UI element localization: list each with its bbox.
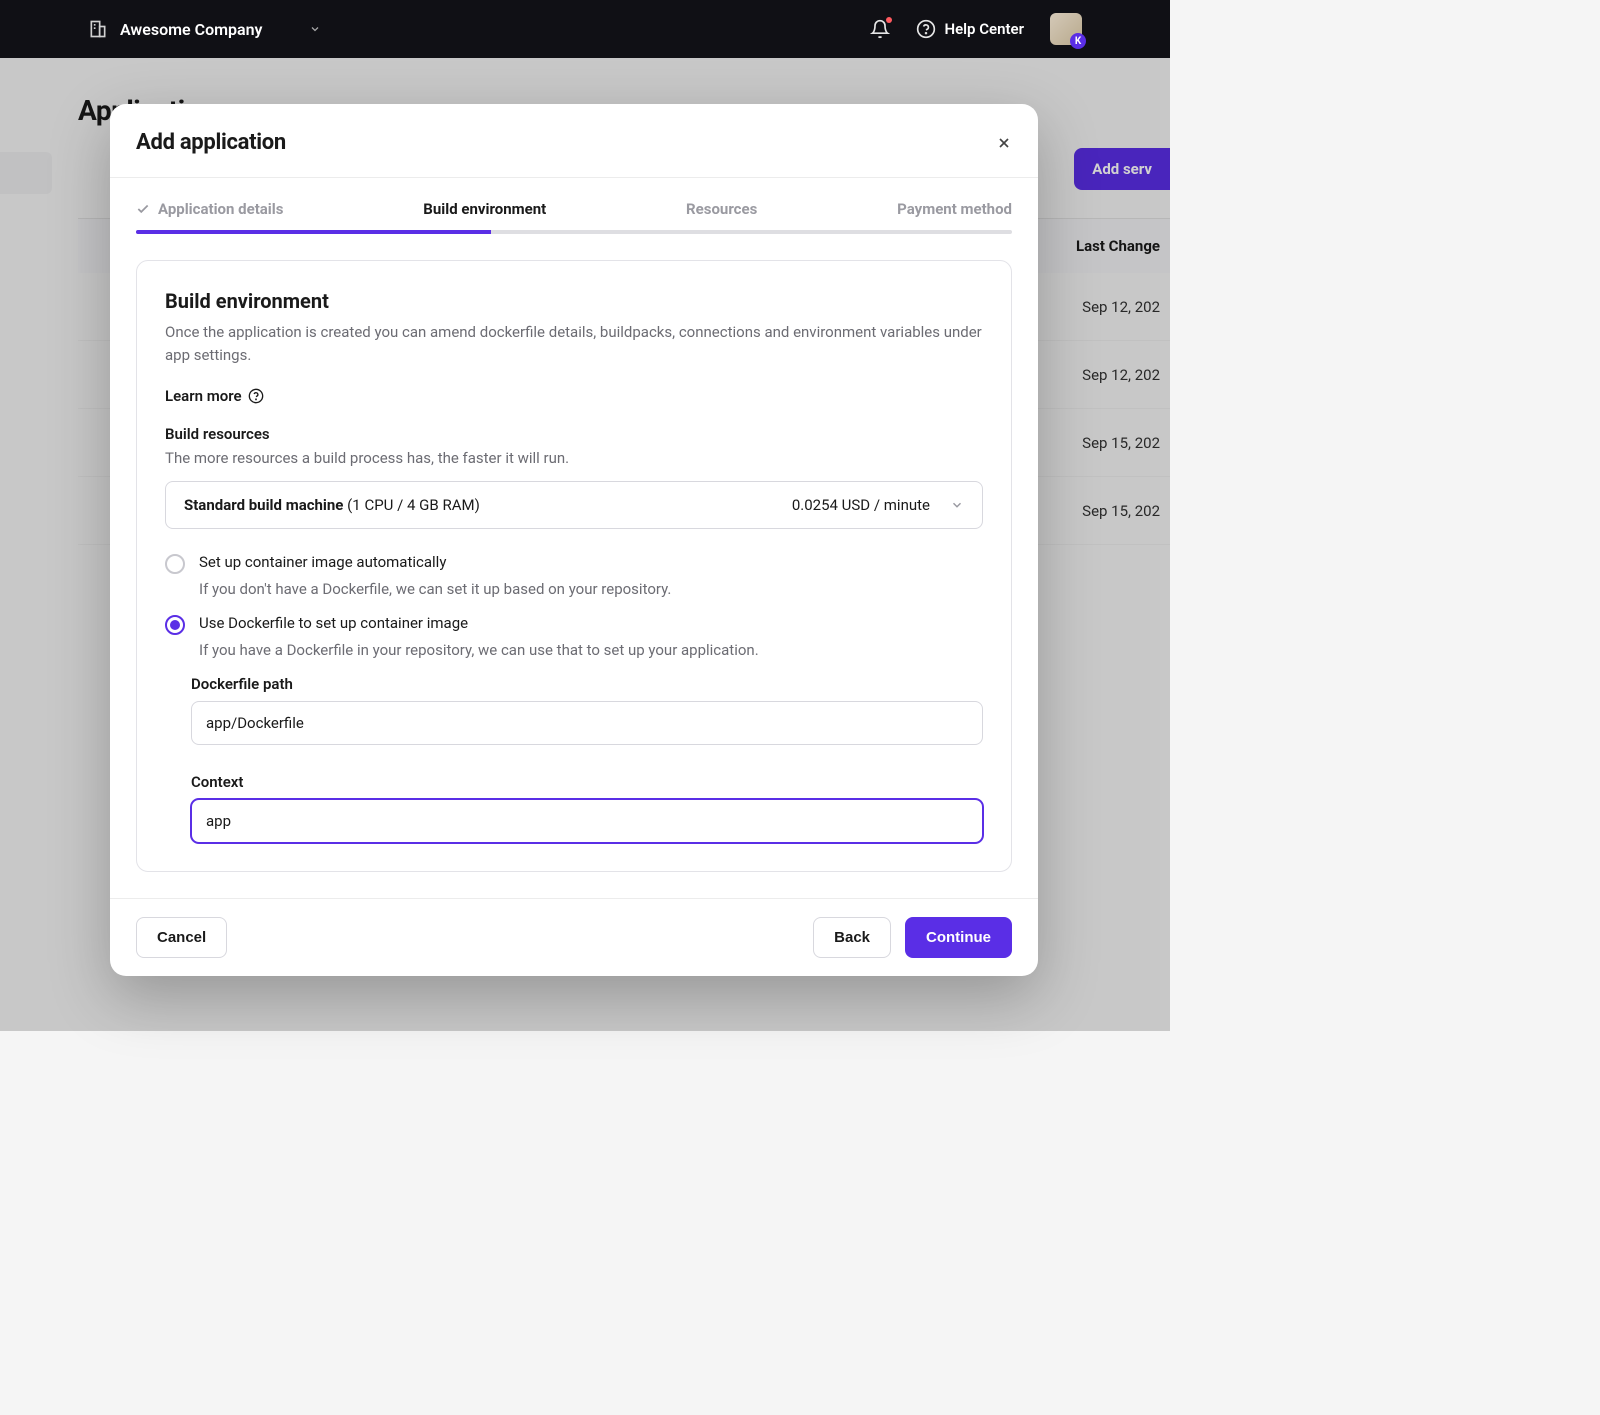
notifications-button[interactable] [870,19,890,39]
build-environment-card: Build environment Once the application i… [136,260,1012,872]
stepper-track [136,230,1012,234]
modal-body: Build environment Once the application i… [110,234,1038,898]
machine-price: 0.0254 USD / minute [792,496,930,514]
cancel-button[interactable]: Cancel [136,917,227,958]
continue-button[interactable]: Continue [905,917,1012,958]
modal-footer: Cancel Back Continue [110,898,1038,976]
learn-more-link[interactable]: Learn more [165,387,264,405]
back-button[interactable]: Back [813,917,891,958]
step-build-environment[interactable]: Build environment [423,200,546,218]
build-machine-select[interactable]: Standard build machine (1 CPU / 4 GB RAM… [165,481,983,529]
step-resources[interactable]: Resources [686,200,757,218]
close-icon[interactable] [996,135,1012,151]
company-name: Awesome Company [120,20,263,39]
radio-auto-setup[interactable]: Set up container image automatically [165,553,983,574]
machine-spec: (1 CPU / 4 GB RAM) [347,496,480,514]
build-resources-desc: The more resources a build process has, … [165,449,983,467]
context-input[interactable] [191,799,983,843]
notification-indicator [886,17,892,23]
radio-dockerfile-setup[interactable]: Use Dockerfile to set up container image [165,614,983,635]
section-title: Build environment [165,289,983,313]
check-icon [136,202,150,216]
dockerfile-path-input[interactable] [191,701,983,745]
help-icon [916,19,936,39]
chevron-down-icon [950,498,964,512]
top-bar: Awesome Company Help Center [0,0,1170,58]
machine-name: Standard build machine [184,496,343,514]
modal-header: Add application [110,104,1038,178]
step-application-details[interactable]: Application details [136,200,283,218]
building-icon [88,19,108,39]
chevron-down-icon [309,23,321,35]
radio-help: If you don't have a Dockerfile, we can s… [199,580,983,598]
modal-title: Add application [136,130,286,155]
help-center-link[interactable]: Help Center [916,19,1024,39]
company-switcher[interactable]: Awesome Company [88,19,321,39]
radio-icon [165,554,185,574]
radio-label: Set up container image automatically [199,553,446,571]
step-payment-method[interactable]: Payment method [897,200,1012,218]
dockerfile-path-label: Dockerfile path [191,675,983,693]
wizard-stepper: Application details Build environment Re… [110,178,1038,218]
help-icon [248,388,264,404]
radio-help: If you have a Dockerfile in your reposit… [199,641,983,659]
radio-icon [165,615,185,635]
build-resources-title: Build resources [165,425,983,443]
section-description: Once the application is created you can … [165,321,983,368]
avatar[interactable] [1050,13,1082,45]
add-application-modal: Add application Application details Buil… [110,104,1038,976]
stepper-progress [136,230,491,234]
radio-label: Use Dockerfile to set up container image [199,614,468,632]
help-center-label: Help Center [944,20,1024,38]
context-label: Context [191,773,983,791]
